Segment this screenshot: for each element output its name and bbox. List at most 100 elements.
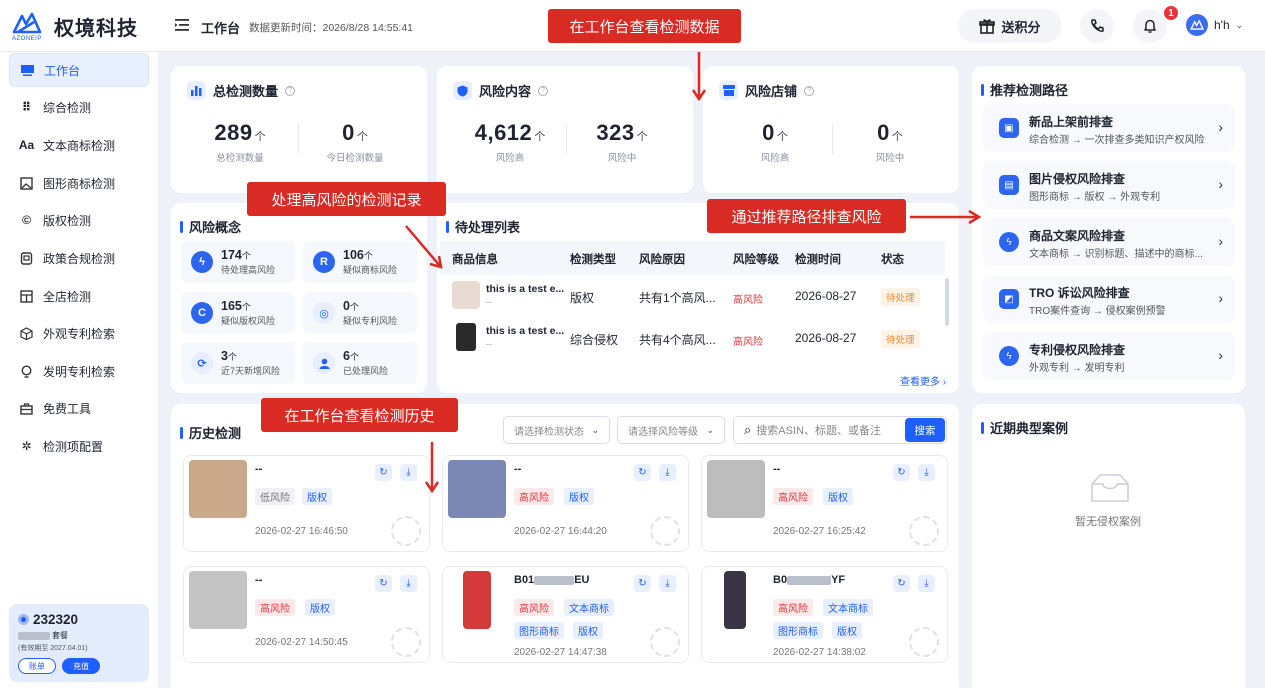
view-more-link[interactable]: 查看更多 › <box>900 373 946 388</box>
bill-button[interactable]: 账单 <box>18 658 56 674</box>
user-menu[interactable]: h'h ⌄ <box>1186 14 1243 36</box>
risk-item-handled[interactable]: 6个 已处理风险 <box>303 342 417 384</box>
path-item-image[interactable]: ▤ 图片侵权风险排查 图形商标 → 版权 → 外观专利 › <box>983 161 1235 209</box>
table-scrollbar[interactable] <box>945 278 949 326</box>
download-icon[interactable]: ⤓ <box>918 464 935 481</box>
history-item[interactable]: B0 YF 高风险 文本商标 图形商标 版权 2026-02-27 14:38:0… <box>701 566 948 663</box>
history-item-title: B0 YF <box>773 574 845 586</box>
brand-name: 权境科技 <box>54 17 138 40</box>
col-type: 检测类型 <box>570 254 616 266</box>
download-icon[interactable]: ⤓ <box>918 575 935 592</box>
risk-item-trademark[interactable]: R 106个 疑似商标风险 <box>303 241 417 283</box>
account-panel: 232320 套餐 (有效期至 2027.04.01) 账单 充值 <box>9 604 149 682</box>
store-icon <box>719 81 738 100</box>
sidebar-item-copyright[interactable]: © 版权检测 <box>9 203 149 237</box>
status-select[interactable]: 请选择检测状态 ⌄ <box>503 416 610 444</box>
divider <box>832 124 833 154</box>
path-item-new-listing[interactable]: ▣ 新品上架前排查 综合检测 → 一次排查多类知识产权风险 › <box>983 104 1235 152</box>
sidebar-item-design-patent[interactable]: 外观专利检索 <box>9 316 149 350</box>
sidebar-item-config[interactable]: ✲ 检测项配置 <box>9 429 149 463</box>
history-item[interactable]: -- 高风险 版权 2026-02-27 14:50:45 ↻ ⤓ <box>183 566 430 663</box>
risk-tag: 高风险 <box>773 599 813 616</box>
table-row[interactable]: this is a test e... -- 版权 共有1个高风... 高风险 … <box>440 275 945 317</box>
user-name: h'h <box>1214 18 1230 32</box>
help-icon[interactable]: ? <box>285 85 296 96</box>
sidebar-item-label: 发明专利检索 <box>43 364 116 379</box>
history-item[interactable]: -- 低风险 版权 2026-02-27 16:46:50 ↻ ⤓ <box>183 455 430 552</box>
history-item-title: -- <box>514 463 522 475</box>
sidebar-item-text-trademark[interactable]: Aa 文本商标检测 <box>9 128 149 162</box>
risk-label: 已处理风险 <box>343 366 389 376</box>
sidebar-item-image-trademark[interactable]: 图形商标检测 <box>9 166 149 200</box>
history-item-time: 2026-02-27 16:46:50 <box>255 526 348 537</box>
stat-num: 4,612 <box>474 120 533 145</box>
risk-item-pending-high[interactable]: ϟ 174个 待处理高风险 <box>181 241 295 283</box>
history-item-time: 2026-02-27 14:38:02 <box>773 647 866 658</box>
account-id-row: 232320 <box>18 612 140 627</box>
risk-tag: 高风险 <box>514 488 554 505</box>
sidebar-item-store[interactable]: 全店检测 <box>9 279 149 313</box>
help-icon[interactable]: ? <box>538 85 549 96</box>
sidebar-item-label: 外观专利检索 <box>43 326 116 341</box>
plan-expiry: (有效期至 2027.04.01) <box>18 645 88 652</box>
redetect-icon[interactable]: ↻ <box>634 464 651 481</box>
redetect-icon[interactable]: ↻ <box>893 464 910 481</box>
sidebar-item-label: 检测项配置 <box>43 439 104 454</box>
recommended-paths-title: 推荐检测路径 <box>981 80 1068 99</box>
path-sub: 文本商标 → 识别标题、描述中的商标... <box>1029 249 1203 260</box>
sidebar-item-workbench[interactable]: 工作台 <box>9 53 149 87</box>
detect-type: 版权 <box>570 291 595 305</box>
sidebar-item-policy[interactable]: 政策合规检测 <box>9 241 149 275</box>
sidebar-item-invention-patent[interactable]: 发明专利检索 <box>9 354 149 388</box>
risk-level: 高风险 <box>733 337 763 348</box>
redetect-icon[interactable]: ↻ <box>375 575 392 592</box>
path-item-copytext[interactable]: ϟ 商品文案风险排查 文本商标 → 识别标题、描述中的商标... › <box>983 218 1235 266</box>
annotation-path: 通过推荐路径排查风险 <box>707 199 906 233</box>
redetect-icon[interactable]: ↻ <box>634 575 651 592</box>
risk-item-patent[interactable]: ◎ 0个 疑似专利风险 <box>303 292 417 334</box>
menu-toggle-icon[interactable] <box>175 19 189 31</box>
help-icon[interactable]: ? <box>804 85 815 96</box>
brand-logo[interactable]: AZONEIP 权境科技 <box>12 12 138 42</box>
annotation-top: 在工作台查看检测数据 <box>548 9 741 43</box>
download-icon[interactable]: ⤓ <box>400 575 417 592</box>
badge-icon: ◎ <box>313 302 335 324</box>
stat-label: 今日检测数量 <box>326 153 384 164</box>
risk-item-new-7days[interactable]: ⟳ 3个 近7天新增风险 <box>181 342 295 384</box>
store-icon <box>20 289 33 303</box>
stat-content-mid: 323 个风险中 <box>577 120 667 164</box>
download-icon[interactable]: ⤓ <box>400 464 417 481</box>
path-item-tro[interactable]: ◩ TRO 诉讼风险排查 TRO案件查询 → 侵权案例预警 › <box>983 275 1235 323</box>
search-button[interactable]: 搜索 <box>905 418 945 442</box>
history-item[interactable]: B01 EU 高风险 文本商标 图形商标 版权 2026-02-27 14:47:… <box>442 566 689 663</box>
download-icon[interactable]: ⤓ <box>659 464 676 481</box>
redetect-icon[interactable]: ↻ <box>375 464 392 481</box>
copyright-icon: © <box>22 213 31 227</box>
history-item[interactable]: -- 高风险 版权 2026-02-27 16:44:20 ↻ ⤓ <box>442 455 689 552</box>
sidebar-item-free-tools[interactable]: 免费工具 <box>9 391 149 425</box>
path-item-patent[interactable]: ϟ 专利侵权风险排查 外观专利 → 发明专利 › <box>983 332 1235 380</box>
history-item[interactable]: -- 高风险 版权 2026-02-27 16:25:42 ↻ ⤓ <box>701 455 948 552</box>
risk-item-copyright[interactable]: C 165个 疑似版权风险 <box>181 292 295 334</box>
product-image <box>189 460 247 518</box>
download-icon[interactable]: ⤓ <box>659 575 676 592</box>
stat-unit: 个 <box>254 131 266 143</box>
phone-button[interactable] <box>1080 9 1114 43</box>
bolt-icon: ϟ <box>999 346 1019 366</box>
path-sub: TRO案件查询 → 侵权案例预警 <box>1029 306 1166 317</box>
search-icon: ⌕ <box>744 422 752 437</box>
type-tag: 版权 <box>832 622 862 639</box>
cube-icon <box>20 326 33 340</box>
chevron-right-icon: › <box>1218 290 1223 306</box>
level-select[interactable]: 请选择风险等级 ⌄ <box>617 416 725 444</box>
history-title: 历史检测 <box>180 423 241 442</box>
grid-icon: ⠿ <box>21 100 32 114</box>
gift-points-button[interactable]: 送积分 <box>958 9 1062 43</box>
redacted-plan-name <box>18 631 50 640</box>
type-tag: 文本商标 <box>823 599 873 616</box>
table-row[interactable]: this is a test e... -- 综合侵权 共有4个高风... 高风… <box>440 317 945 359</box>
recharge-button[interactable]: 充值 <box>62 658 100 674</box>
sidebar-item-comprehensive[interactable]: ⠿ 综合检测 <box>9 90 149 124</box>
stat-title-text: 总检测数量 <box>213 84 279 99</box>
redetect-icon[interactable]: ↻ <box>893 575 910 592</box>
